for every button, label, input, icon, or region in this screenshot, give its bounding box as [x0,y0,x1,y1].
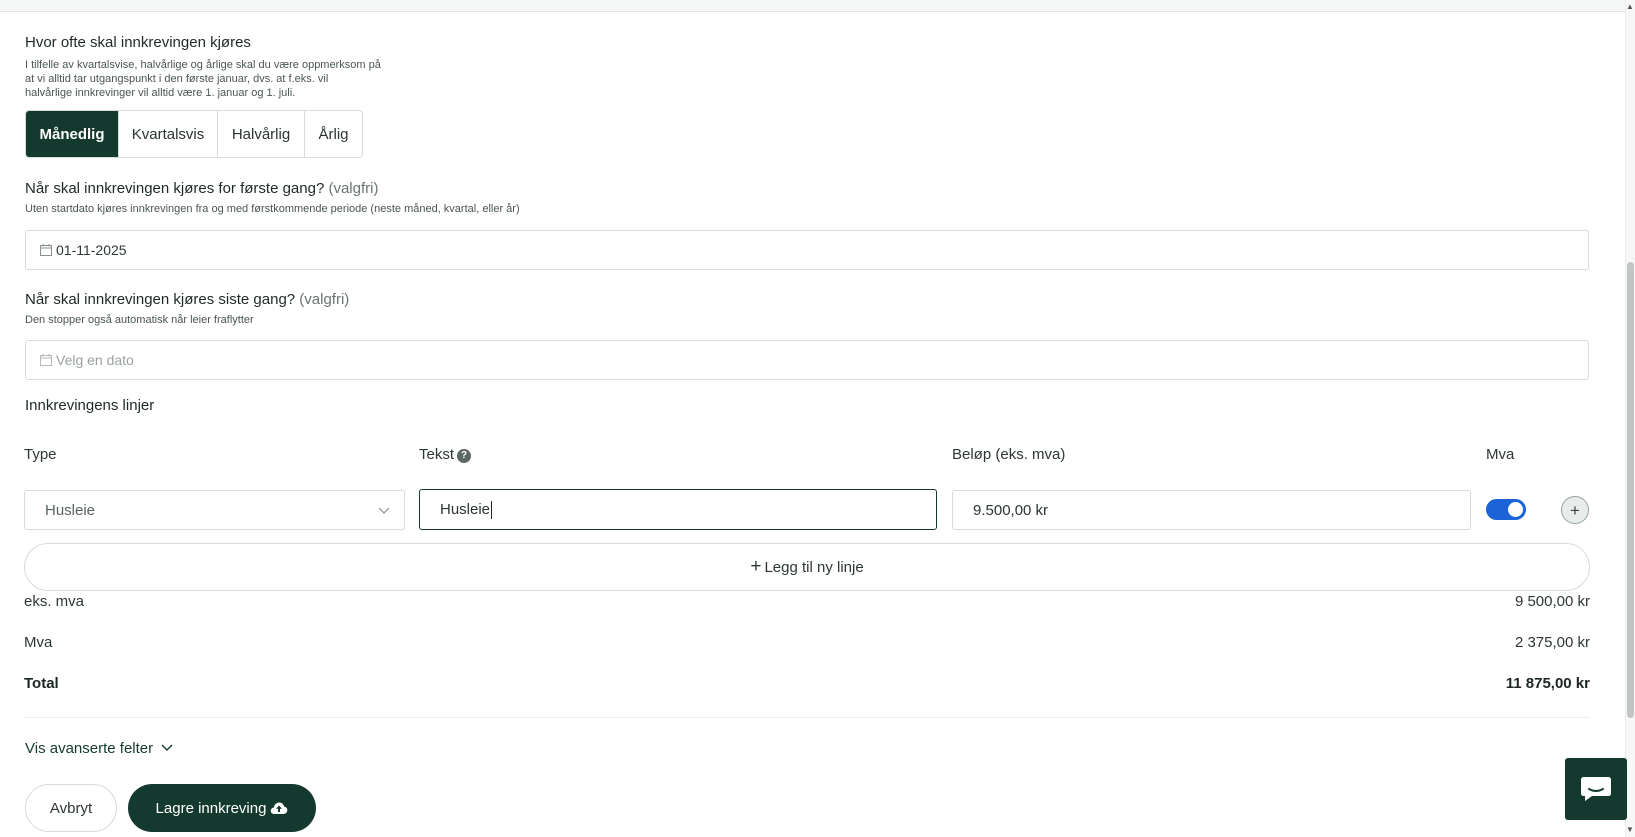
cancel-button[interactable]: Avbryt [25,784,117,832]
frequency-option-yearly[interactable]: Årlig [305,111,362,157]
line-amount-input[interactable]: 9.500,00 kr [952,490,1471,530]
column-header-text-label: Tekst [419,446,455,463]
column-header-vat: Mva [1486,446,1515,463]
summary-ex-vat-amount: 9 500,00 kr [1514,593,1590,610]
save-button-label: Lagre innkreving [155,799,267,817]
save-button[interactable]: Lagre innkreving [128,784,316,832]
text-caret [491,500,493,519]
last-run-date-placeholder: Velg en dato [56,352,134,368]
summary-total-label: Total [24,675,59,692]
plus-icon: + [750,556,762,577]
line-text-input[interactable]: Husleie [419,489,937,530]
chat-widget-button[interactable] [1565,758,1627,820]
last-run-help: Den stopper også automatisk når leier fr… [25,314,254,326]
first-run-title-text: Når skal innkrevingen kjøres for første … [25,180,325,197]
last-run-title: Når skal innkrevingen kjøres siste gang?… [25,291,349,308]
column-header-amount: Beløp (eks. mva) [952,446,1066,463]
show-advanced-label: Vis avanserte felter [25,740,154,757]
first-run-date-input[interactable]: 01-11-2025 [25,230,1589,270]
frequency-title: Hvor ofte skal innkrevingen kjøres [25,34,251,51]
first-run-date-value: 01-11-2025 [56,242,127,258]
last-run-title-text: Når skal innkrevingen kjøres siste gang? [25,291,296,308]
summary-vat-label: Mva [24,634,53,651]
column-header-type: Type [24,446,57,463]
scroll-thumb[interactable] [1627,262,1634,718]
plus-icon[interactable]: + [1561,496,1589,524]
first-run-title: Når skal innkrevingen kjøres for første … [25,180,378,197]
show-advanced-toggle[interactable]: Vis avanserte felter [25,740,173,757]
line-text-value: Husleie [440,501,491,518]
line-amount-value: 9.500,00 kr [973,501,1049,519]
optional-label: (valgfri) [328,180,379,197]
vat-toggle-knob [1508,502,1523,517]
vat-toggle[interactable] [1486,499,1526,520]
summary-ex-vat-label: eks. mva [24,593,85,610]
last-run-date-input[interactable]: Velg en dato [25,340,1589,380]
frequency-segmented-control: Månedlig Kvartalsvis Halvårlig Årlig [25,110,363,158]
vertical-scrollbar[interactable]: ▲ ▼ [1625,0,1635,837]
first-run-help: Uten startdato kjøres innkrevingen fra o… [25,203,520,215]
add-line-label: Legg til ny linje [764,558,864,576]
summary-divider [24,717,1590,718]
frequency-option-quarterly[interactable]: Kvartalsvis [119,111,218,157]
summary-vat-amount: 2 375,00 kr [1514,634,1590,651]
column-header-text: Tekst? [419,446,472,463]
line-type-value: Husleie [45,501,96,519]
scroll-up-icon[interactable]: ▲ [1626,2,1634,12]
chevron-down-icon [378,507,390,514]
add-line-button[interactable]: + Legg til ny linje [24,543,1590,591]
chevron-down-icon [161,744,173,751]
summary-total-amount: 11 875,00 kr [1505,675,1590,692]
question-icon[interactable]: ? [457,449,472,463]
frequency-option-halfyearly[interactable]: Halvårlig [218,111,305,157]
scroll-down-icon[interactable]: ▼ [1626,825,1634,835]
cloud-upload-icon [271,802,288,814]
frequency-help-line: halvårlige innkrevinger vil alltid være … [25,87,296,99]
chat-icon [1581,777,1611,801]
recurring-charge-form: Hvor ofte skal innkrevingen kjøres I til… [24,0,1590,837]
frequency-help: I tilfelle av kvartalsvise, halvårlige o… [25,58,381,100]
calendar-icon [40,244,52,256]
line-type-select[interactable]: Husleie [24,490,405,530]
frequency-option-monthly[interactable]: Månedlig [26,111,119,157]
frequency-help-line: at vi alltid tar utgangspunkt i den førs… [25,73,329,85]
optional-label: (valgfri) [299,291,350,308]
lines-title: Innkrevingens linjer [25,397,155,414]
frequency-help-line: I tilfelle av kvartalsvise, halvårlige o… [25,59,381,71]
calendar-icon [40,354,52,366]
